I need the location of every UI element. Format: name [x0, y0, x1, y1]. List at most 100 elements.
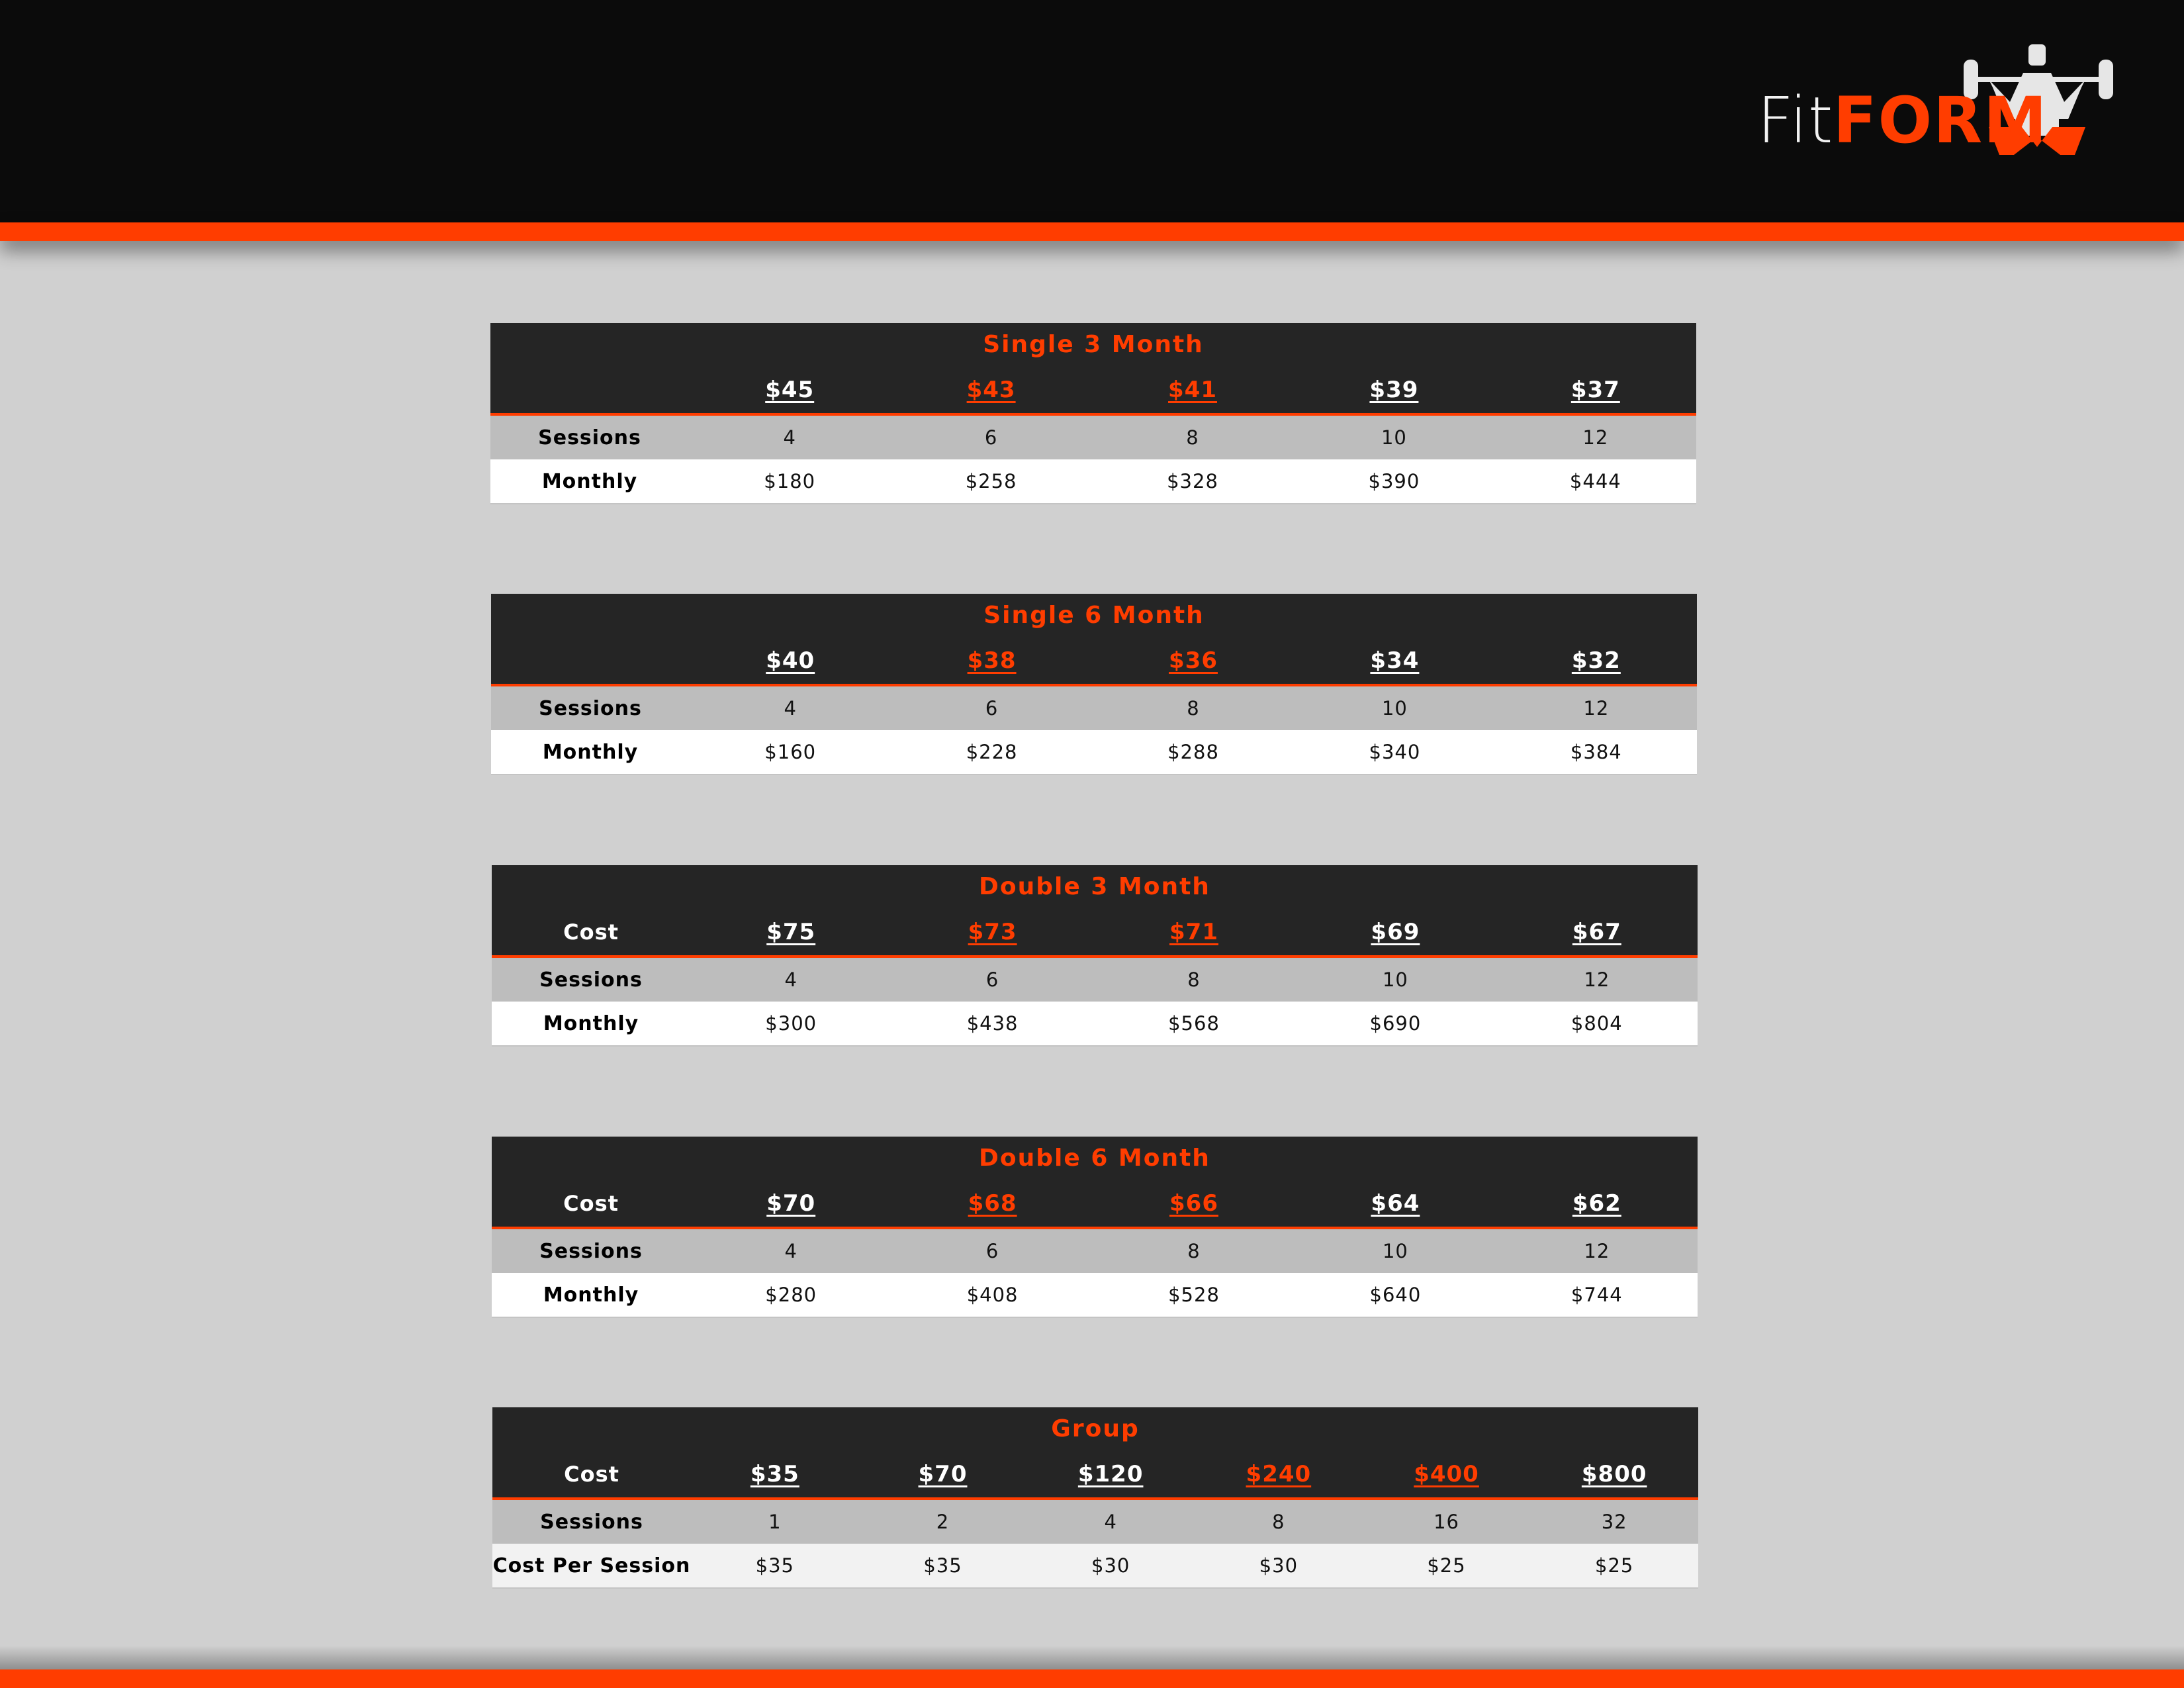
cost-value: $73 [968, 919, 1017, 945]
monthly-value: $408 [966, 1284, 1019, 1306]
sessions-label: Sessions [540, 1510, 643, 1534]
monthly-value: $744 [1570, 1284, 1623, 1306]
cost-value: $39 [1369, 377, 1419, 403]
sessions-label: Sessions [539, 968, 643, 992]
pricing-table-single-6-month: Single 6 Month $40 $38 $36 $34 $32 Sessions … [491, 594, 1697, 775]
cost-per-session-value: $25 [1595, 1554, 1634, 1577]
cost-per-session-row: Cost Per Session $35 $35 $30 $30 $25 $25 [492, 1544, 1698, 1589]
table-title: Double 3 Month [979, 873, 1210, 900]
sessions-value: 8 [1187, 697, 1200, 720]
cost-value: $34 [1370, 647, 1420, 674]
sessions-value: 12 [1584, 1240, 1610, 1262]
cost-value: $67 [1572, 919, 1621, 945]
header-accent-stripe [0, 222, 2184, 241]
sessions-value: 4 [784, 697, 797, 720]
sessions-value: 8 [1187, 1240, 1201, 1262]
monthly-value: $384 [1570, 741, 1622, 763]
monthly-label: Monthly [541, 469, 638, 493]
sessions-value: 6 [985, 697, 999, 720]
sessions-value: 10 [1382, 968, 1408, 991]
cost-value: $70 [766, 1190, 816, 1217]
pricing-table-double-6-month: Double 6 Month Cost $70 $68 $66 $64 $62 Sess… [492, 1137, 1698, 1318]
sessions-value: 6 [984, 426, 998, 449]
sessions-value: 8 [1186, 426, 1199, 449]
sessions-row: Sessions 4 6 8 10 12 [490, 416, 1696, 459]
sessions-value: 32 [1601, 1511, 1627, 1533]
cost-value: $35 [750, 1461, 799, 1487]
sessions-row: Sessions 4 6 8 10 12 [491, 686, 1697, 730]
monthly-label: Monthly [543, 1283, 639, 1307]
pricing-table-double-3-month: Double 3 Month Cost $75 $73 $71 $69 $67 Sess… [492, 865, 1698, 1047]
cost-value: $62 [1572, 1190, 1621, 1217]
sessions-value: 4 [784, 1240, 797, 1262]
cost-value: $38 [967, 647, 1017, 674]
monthly-value: $180 [764, 470, 816, 492]
sessions-value: 10 [1382, 1240, 1408, 1262]
sessions-value: 6 [985, 968, 999, 991]
monthly-row: Monthly $300 $438 $568 $690 $804 [492, 1002, 1698, 1047]
cost-value: $800 [1581, 1461, 1647, 1487]
table-title: Double 6 Month [979, 1145, 1210, 1172]
cost-value: $64 [1371, 1190, 1420, 1217]
sessions-value: 2 [936, 1511, 950, 1533]
monthly-row: Monthly $180 $258 $328 $390 $444 [490, 459, 1696, 504]
table-title: Single 6 Month [983, 602, 1205, 629]
cost-value: $66 [1169, 1190, 1218, 1217]
sessions-value: 16 [1433, 1511, 1459, 1533]
pricing-table-group: Group Cost $35 $70 $120 $240 $400 $800 Sessio… [492, 1407, 1698, 1589]
cost-row: Cost $35 $70 $120 $240 $400 $800 [492, 1451, 1698, 1497]
sessions-label: Sessions [538, 426, 641, 449]
sessions-value: 8 [1187, 968, 1201, 991]
sessions-value: 4 [784, 968, 797, 991]
monthly-row: Monthly $160 $228 $288 $340 $384 [491, 730, 1697, 775]
cost-value: $40 [766, 647, 815, 674]
sessions-value: 12 [1583, 697, 1610, 720]
monthly-value: $568 [1168, 1012, 1220, 1035]
header-bar: Fit FORM [0, 0, 2184, 222]
table-header: Double 6 Month Cost $70 $68 $66 $64 $62 [492, 1137, 1698, 1229]
sessions-value: 1 [768, 1511, 782, 1533]
cost-value: $45 [765, 377, 815, 403]
table-title: Group [1051, 1415, 1140, 1442]
cost-value: $400 [1414, 1461, 1479, 1487]
monthly-value: $528 [1168, 1284, 1220, 1306]
cost-row: $40 $38 $36 $34 $32 [491, 637, 1697, 684]
sessions-value: 4 [783, 426, 796, 449]
pricing-table-single-3-month: Single 3 Month $45 $43 $41 $39 $37 Sessions … [490, 323, 1696, 504]
sessions-value: 12 [1582, 426, 1609, 449]
monthly-row: Monthly $280 $408 $528 $640 $744 [492, 1273, 1698, 1318]
sessions-value: 12 [1584, 968, 1610, 991]
cost-value: $240 [1246, 1461, 1312, 1487]
cost-value: $37 [1570, 377, 1620, 403]
table-title: Single 3 Month [983, 331, 1204, 358]
sessions-label: Sessions [539, 1239, 643, 1263]
cost-value: $120 [1077, 1461, 1144, 1487]
monthly-value: $390 [1368, 470, 1420, 492]
monthly-value: $280 [765, 1284, 817, 1306]
cost-per-session-value: $30 [1091, 1554, 1130, 1577]
cost-per-session-value: $35 [755, 1554, 795, 1577]
monthly-label: Monthly [543, 1011, 639, 1035]
monthly-value: $804 [1570, 1012, 1623, 1035]
sessions-row: Sessions 4 6 8 10 12 [492, 958, 1698, 1002]
monthly-value: $160 [764, 741, 817, 763]
cost-label: Cost [564, 1462, 619, 1487]
monthly-value: $640 [1369, 1284, 1422, 1306]
sessions-label: Sessions [539, 696, 642, 720]
sessions-value: 10 [1381, 426, 1407, 449]
monthly-value: $288 [1167, 741, 1219, 763]
cost-row: $45 $43 $41 $39 $37 [490, 367, 1696, 413]
monthly-value: $438 [966, 1012, 1019, 1035]
cost-value: $32 [1571, 647, 1621, 674]
monthly-label: Monthly [542, 740, 639, 764]
cost-per-session-value: $30 [1259, 1554, 1298, 1577]
cost-label: Cost [563, 919, 619, 945]
cost-per-session-label: Cost Per Session [492, 1554, 691, 1577]
monthly-value: $340 [1369, 741, 1421, 763]
sessions-row: Sessions 1 2 4 8 16 32 [492, 1500, 1698, 1544]
table-header: Double 3 Month Cost $75 $73 $71 $69 $67 [492, 865, 1698, 958]
monthly-value: $690 [1369, 1012, 1422, 1035]
table-header: Group Cost $35 $70 $120 $240 $400 $800 [492, 1407, 1698, 1500]
cost-value: $75 [766, 919, 816, 945]
cost-value: $43 [966, 377, 1016, 403]
